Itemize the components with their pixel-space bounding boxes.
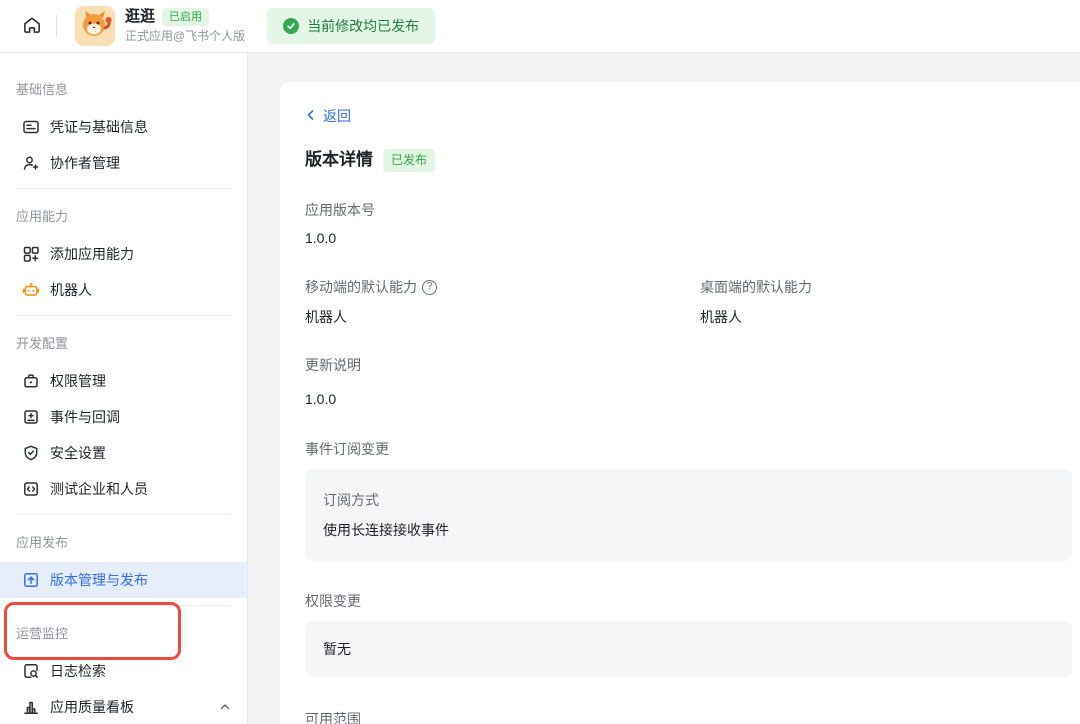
sidebar-divider [16, 605, 231, 606]
home-button[interactable] [16, 10, 48, 42]
sidebar-section-dev-config: 开发配置 [16, 335, 231, 353]
help-icon[interactable]: ? [422, 280, 437, 295]
sidebar-item-label: 事件与回调 [50, 407, 231, 427]
sidebar-section-monitoring: 运营监控 [16, 625, 231, 643]
permission-change-box: 暂无 [305, 621, 1072, 677]
sidebar-item-version-management[interactable]: 版本管理与发布 [0, 562, 247, 598]
topbar-divider [56, 15, 57, 37]
sidebar-item-log-search[interactable]: 日志检索 [0, 653, 247, 689]
square-plus-icon [22, 408, 40, 426]
sidebar-item-permissions[interactable]: 权限管理 [0, 363, 247, 399]
grid-add-icon [22, 245, 40, 263]
sidebar-item-label: 日志检索 [50, 661, 231, 681]
sidebar-divider [16, 315, 231, 316]
code-box-icon [22, 480, 40, 498]
sidebar-item-label: 应用质量看板 [50, 697, 209, 717]
chevron-up-icon[interactable] [219, 701, 231, 713]
sidebar-divider [16, 514, 231, 515]
desktop-capability-value: 机器人 [700, 307, 812, 327]
published-badge: 已发布 [383, 149, 435, 172]
sidebar-item-label: 凭证与基础信息 [50, 117, 231, 137]
home-icon [21, 14, 43, 39]
sidebar: 基础信息 凭证与基础信息 协作者管理 [0, 53, 248, 724]
mobile-capability-value: 机器人 [305, 307, 700, 327]
sidebar-section-basic-info: 基础信息 [16, 81, 231, 99]
log-search-icon [22, 662, 40, 680]
subscription-method-value: 使用长连接接收事件 [323, 520, 1054, 540]
sidebar-item-label: 安全设置 [50, 443, 231, 463]
sidebar-section-app-release: 应用发布 [16, 534, 231, 552]
availability-label: 可用范围 [305, 709, 1072, 724]
sidebar-item-label: 机器人 [50, 280, 231, 300]
back-link[interactable]: 返回 [305, 106, 351, 126]
sidebar-item-label: 协作者管理 [50, 153, 231, 173]
back-link-label: 返回 [323, 106, 351, 126]
app-enabled-badge: 已启用 [162, 8, 209, 26]
sidebar-item-security[interactable]: 安全设置 [0, 435, 247, 471]
version-number-value: 1.0.0 [305, 228, 1072, 248]
app-logo [75, 6, 115, 46]
sidebar-item-label: 版本管理与发布 [50, 570, 231, 590]
page-title: 版本详情 [305, 148, 373, 172]
sidebar-item-credentials[interactable]: 凭证与基础信息 [0, 109, 247, 145]
sidebar-item-quality-dashboard[interactable]: 应用质量看板 [0, 689, 247, 724]
event-subscription-box: 订阅方式 使用长连接接收事件 [305, 469, 1072, 561]
upload-box-icon [22, 571, 40, 589]
sidebar-item-label: 添加应用能力 [50, 244, 231, 264]
version-detail-card: 返回 版本详情 已发布 应用版本号 1.0.0 移动端的默认能力 ? 机器人 [280, 82, 1080, 724]
app-name: 逛逛 [125, 8, 155, 26]
app-subtitle: 正式应用@飞书个人版 [125, 28, 245, 45]
publish-status-text: 当前修改均已发布 [307, 16, 419, 36]
sidebar-item-bot[interactable]: 机器人 [0, 272, 247, 308]
id-card-icon [22, 118, 40, 136]
robot-icon [22, 281, 40, 299]
desktop-capability-label: 桌面端的默认能力 [700, 277, 812, 297]
update-notes-value: 1.0.0 [305, 389, 1072, 409]
main-area: 返回 版本详情 已发布 应用版本号 1.0.0 移动端的默认能力 ? 机器人 [248, 53, 1080, 724]
sidebar-item-label: 测试企业和人员 [50, 479, 231, 499]
app-window: 逛逛 已启用 正式应用@飞书个人版 当前修改均已发布 基础信息 [0, 0, 1080, 724]
version-number-label: 应用版本号 [305, 200, 1072, 220]
sidebar-item-test-org[interactable]: 测试企业和人员 [0, 471, 247, 507]
app-meta: 逛逛 已启用 正式应用@飞书个人版 [125, 8, 245, 45]
update-notes-label: 更新说明 [305, 355, 1072, 375]
event-subscription-label: 事件订阅变更 [305, 439, 1072, 459]
check-circle-icon [283, 18, 299, 34]
bar-chart-icon [22, 698, 40, 716]
sidebar-divider [16, 188, 231, 189]
subscription-method-label: 订阅方式 [323, 490, 1054, 510]
sidebar-item-label: 权限管理 [50, 371, 231, 391]
topbar: 逛逛 已启用 正式应用@飞书个人版 当前修改均已发布 [0, 0, 1080, 53]
sidebar-item-events-callbacks[interactable]: 事件与回调 [0, 399, 247, 435]
permission-change-value: 暂无 [323, 639, 1054, 659]
shield-check-icon [22, 444, 40, 462]
briefcase-icon [22, 372, 40, 390]
sidebar-item-add-capability[interactable]: 添加应用能力 [0, 236, 247, 272]
publish-status-banner: 当前修改均已发布 [267, 8, 435, 44]
sidebar-section-capabilities: 应用能力 [16, 208, 231, 226]
mobile-capability-label: 移动端的默认能力 ? [305, 277, 700, 297]
chevron-left-icon [305, 106, 317, 126]
sidebar-item-collaborators[interactable]: 协作者管理 [0, 145, 247, 181]
person-add-icon [22, 154, 40, 172]
permission-change-label: 权限变更 [305, 591, 1072, 611]
